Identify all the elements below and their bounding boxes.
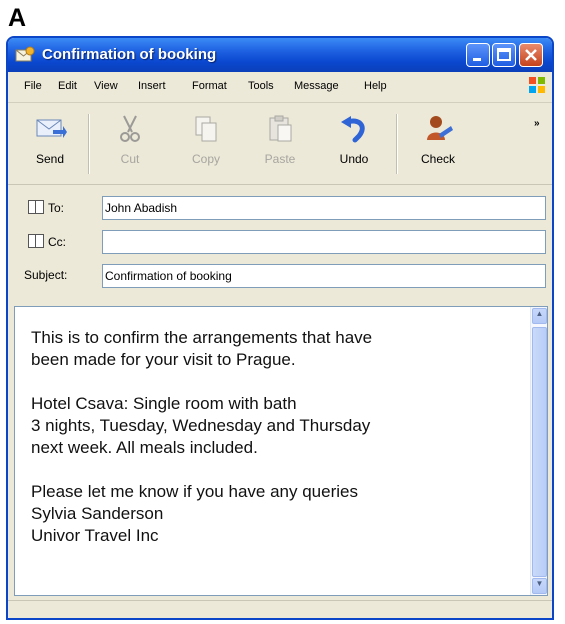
- subject-label: Subject:: [24, 268, 68, 282]
- menu-message[interactable]: Message: [294, 80, 339, 92]
- undo-label: Undo: [339, 152, 369, 166]
- envelope-icon: [15, 46, 35, 62]
- menu-insert[interactable]: Insert: [138, 80, 166, 92]
- message-body[interactable]: This is to confirm the arrangements that…: [14, 306, 548, 596]
- cut-icon: [120, 115, 140, 142]
- copy-button[interactable]: Copy: [178, 114, 234, 180]
- menu-bar: File Edit View Insert Format Tools Messa…: [8, 72, 552, 103]
- scroll-thumb[interactable]: [532, 327, 547, 577]
- vertical-scrollbar[interactable]: ▲ ▼: [530, 307, 547, 595]
- scroll-up-button[interactable]: ▲: [532, 308, 547, 324]
- email-window: Confirmation of booking File Edit View I…: [6, 36, 554, 620]
- send-button[interactable]: Send: [22, 114, 78, 180]
- undo-button[interactable]: Undo: [326, 114, 382, 180]
- body-line: next week. All meals included.: [31, 438, 258, 457]
- cut-button[interactable]: Cut: [102, 114, 158, 180]
- body-line: 3 nights, Tuesday, Wednesday and Thursda…: [31, 416, 371, 435]
- paste-button[interactable]: Paste: [252, 114, 308, 180]
- paste-icon: [269, 115, 292, 142]
- scroll-down-button[interactable]: ▼: [532, 578, 547, 594]
- window-title: Confirmation of booking: [42, 46, 217, 63]
- cc-label: Cc:: [28, 234, 66, 249]
- paste-label: Paste: [264, 152, 296, 166]
- paragraph-signoff: Please let me know if you have any queri…: [31, 481, 521, 547]
- toolbar: Send Cut Copy Paste Undo Check: [8, 104, 552, 185]
- address-book-icon[interactable]: [28, 200, 44, 214]
- to-label: To:: [28, 200, 64, 215]
- body-line: been made for your visit to Prague.: [31, 350, 296, 369]
- close-button[interactable]: [519, 43, 543, 67]
- toolbar-overflow-icon[interactable]: »: [534, 118, 540, 129]
- cc-label-text: Cc:: [48, 235, 66, 249]
- body-line: Univor Travel Inc: [31, 526, 159, 545]
- address-book-icon[interactable]: [28, 234, 44, 248]
- send-label: Send: [35, 152, 65, 166]
- body-line: Please let me know if you have any queri…: [31, 482, 358, 501]
- cc-field[interactable]: [102, 230, 546, 254]
- message-text[interactable]: This is to confirm the arrangements that…: [31, 327, 521, 569]
- figure-label: A: [8, 4, 27, 32]
- windows-logo-icon: [529, 77, 545, 93]
- to-row: To: John Abadish: [8, 192, 552, 224]
- cut-label: Cut: [120, 152, 140, 166]
- subject-field[interactable]: Confirmation of booking: [102, 264, 546, 288]
- cc-row: Cc:: [8, 226, 552, 258]
- copy-icon: [195, 116, 217, 142]
- menu-format[interactable]: Format: [192, 80, 227, 92]
- status-bar: [8, 600, 552, 618]
- paragraph-confirmation: This is to confirm the arrangements that…: [31, 327, 521, 371]
- body-line: Hotel Csava: Single room with bath: [31, 394, 297, 413]
- body-line: This is to confirm the arrangements that…: [31, 328, 373, 347]
- menu-edit[interactable]: Edit: [58, 80, 77, 92]
- check-icon: [427, 116, 453, 140]
- send-icon: [36, 119, 67, 138]
- toolbar-separator: [88, 114, 90, 174]
- check-label: Check: [420, 152, 455, 166]
- body-line: Sylvia Sanderson: [31, 504, 164, 523]
- paragraph-hotel: Hotel Csava: Single room with bath 3 nig…: [31, 393, 521, 459]
- to-field[interactable]: John Abadish: [102, 196, 546, 220]
- menu-tools[interactable]: Tools: [248, 80, 274, 92]
- title-bar[interactable]: Confirmation of booking: [8, 38, 552, 72]
- toolbar-separator: [396, 114, 398, 174]
- undo-icon: [341, 116, 365, 143]
- maximize-button[interactable]: [492, 43, 516, 67]
- menu-help[interactable]: Help: [364, 80, 387, 92]
- to-label-text: To:: [48, 201, 65, 215]
- menu-view[interactable]: View: [94, 80, 118, 92]
- minimize-button[interactable]: [466, 43, 490, 67]
- message-header: To: John Abadish Cc: Subject: Confirmati…: [8, 188, 552, 300]
- subject-row: Subject: Confirmation of booking: [8, 260, 552, 292]
- check-button[interactable]: Check: [410, 114, 466, 180]
- copy-label: Copy: [191, 152, 220, 166]
- menu-file[interactable]: File: [24, 80, 42, 92]
